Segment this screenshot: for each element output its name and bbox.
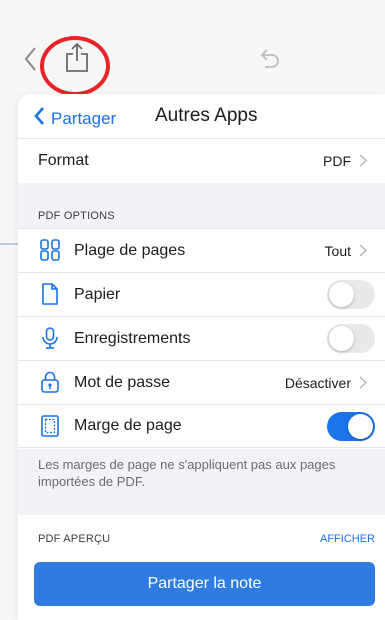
password-value: Désactiver: [284, 374, 351, 391]
navigation-bar: Partager Autres Apps: [18, 94, 385, 138]
share-note-button[interactable]: Partager la note: [34, 562, 375, 606]
page-margin-label: Marge de page: [74, 417, 182, 434]
paper-toggle[interactable]: [327, 280, 375, 309]
chevron-right-icon: [359, 376, 368, 394]
format-value: PDF: [323, 152, 351, 169]
page-title: Autres Apps: [155, 105, 258, 126]
recordings-row: Enregistrements: [18, 316, 385, 360]
back-label: Partager: [51, 108, 117, 128]
format-label: Format: [38, 151, 89, 169]
back-button[interactable]: Partager: [34, 106, 116, 131]
page-range-label: Plage de pages: [74, 241, 186, 259]
password-row[interactable]: Mot de passe Désactiver: [18, 360, 385, 404]
recordings-toggle[interactable]: [327, 324, 375, 353]
chevron-left-icon: [34, 106, 45, 131]
pdf-preview-header: PDF APERÇU: [38, 533, 111, 545]
page-margin-toggle[interactable]: [327, 412, 375, 441]
page-margin-row: Marge de page: [18, 404, 385, 448]
pdf-options-header: PDF OPTIONS: [38, 210, 115, 222]
page-range-row[interactable]: Plage de pages Tout: [18, 228, 385, 272]
page-range-value: Tout: [324, 242, 351, 259]
show-preview-link[interactable]: AFFICHER: [320, 533, 375, 545]
page-grid-icon: [38, 238, 62, 262]
paper-icon: [38, 282, 62, 306]
page-margin-footnote: Les marges de page ne s'appliquent pas a…: [38, 457, 336, 489]
share-panel: Partager Autres Apps Format PDF PDF OPTI…: [18, 94, 385, 620]
chevron-right-icon: [359, 154, 368, 172]
format-row[interactable]: Format PDF: [18, 138, 385, 182]
page-margin-icon: [38, 414, 62, 438]
highlight-circle: [40, 36, 110, 96]
paper-label: Papier: [74, 285, 121, 303]
lock-icon: [38, 370, 62, 394]
password-label: Mot de passe: [74, 373, 171, 391]
toggle-knob: [348, 414, 373, 439]
toggle-knob: [329, 282, 354, 307]
chevron-left-icon[interactable]: [24, 46, 38, 77]
top-toolbar: [0, 0, 385, 96]
toggle-knob: [329, 326, 354, 351]
background-divider: [0, 243, 18, 245]
microphone-icon: [38, 326, 62, 350]
chevron-right-icon: [359, 244, 368, 262]
recordings-label: Enregistrements: [74, 329, 191, 347]
paper-row: Papier: [18, 272, 385, 316]
undo-icon[interactable]: [257, 48, 281, 75]
